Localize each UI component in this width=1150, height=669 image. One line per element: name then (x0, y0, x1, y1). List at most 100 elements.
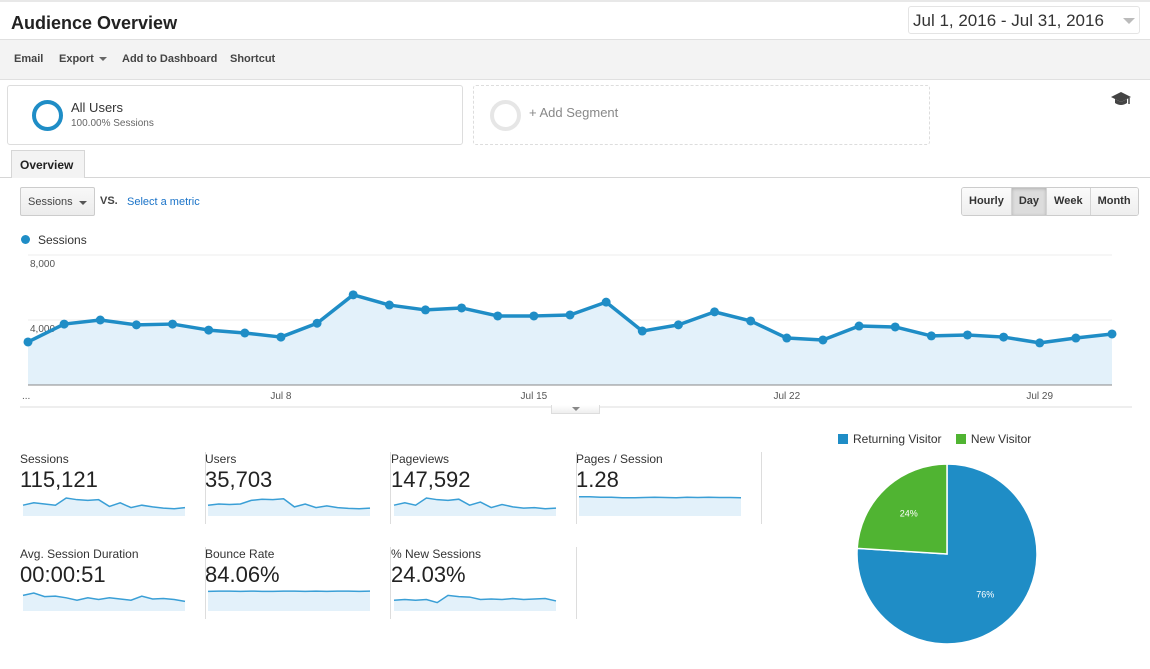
add-to-dashboard-button[interactable]: Add to Dashboard (122, 53, 217, 65)
metric-label: Pageviews (391, 452, 450, 466)
data-point[interactable] (95, 315, 105, 325)
metric-card[interactable]: Pageviews 147,592 (391, 452, 577, 532)
metric-card[interactable]: Pages / Session 1.28 (576, 452, 762, 532)
data-point[interactable] (637, 326, 647, 336)
data-point[interactable] (926, 331, 936, 341)
segment-subtitle: 100.00% Sessions (71, 118, 154, 129)
x-tick-label: Jul 22 (773, 391, 800, 402)
data-point[interactable] (204, 325, 214, 335)
visitor-pie-chart: 76% 24% (856, 463, 1038, 645)
pie-slice-label: 76% (976, 590, 994, 600)
x-tick-label: Jul 29 (1026, 391, 1053, 402)
data-point[interactable] (529, 311, 539, 321)
x-tick-label: Jul 8 (270, 391, 292, 402)
metric-card[interactable]: Users 35,703 (205, 452, 391, 532)
metric-label: Pages / Session (576, 452, 663, 466)
sparkline (207, 590, 371, 611)
data-point[interactable] (999, 332, 1009, 342)
shortcut-button[interactable]: Shortcut (230, 53, 275, 65)
sparkline (393, 497, 557, 516)
pie-legend: Returning Visitor New Visitor (838, 432, 1042, 446)
metric-value: 35,703 (205, 467, 273, 492)
select-metric-link[interactable]: Select a metric (127, 196, 200, 208)
segment-name: All Users (71, 100, 124, 115)
data-point[interactable] (601, 297, 611, 307)
export-button[interactable]: Export (59, 53, 107, 65)
data-point[interactable] (276, 332, 286, 342)
metric-card[interactable]: Bounce Rate 84.06% (205, 547, 391, 627)
metric-select[interactable]: Sessions (20, 187, 95, 216)
pie-slice-label: 24% (900, 508, 918, 518)
legend-item-new: New Visitor (955, 432, 1032, 446)
data-point[interactable] (420, 305, 430, 315)
data-point[interactable] (457, 303, 467, 313)
chevron-down-icon (98, 57, 107, 62)
legend-label: Sessions (38, 233, 87, 247)
metric-card[interactable]: % New Sessions 24.03% (391, 547, 577, 627)
data-point[interactable] (782, 333, 792, 343)
data-point[interactable] (818, 335, 828, 345)
sparkline-area (23, 498, 185, 516)
data-point[interactable] (240, 328, 250, 338)
tab-overview[interactable]: Overview (11, 150, 85, 178)
metric-divider (576, 547, 577, 619)
data-point[interactable] (59, 319, 69, 329)
data-point[interactable] (673, 320, 683, 330)
chevron-down-icon (572, 407, 580, 411)
chart-legend: Sessions (21, 233, 87, 247)
chevron-down-icon (79, 201, 87, 205)
metric-divider (761, 452, 762, 524)
expand-chart-button[interactable] (551, 405, 600, 414)
sparkline-line (579, 496, 742, 499)
graduation-cap-icon[interactable] (1110, 91, 1132, 107)
legend-swatch-icon (838, 434, 848, 444)
sparkline-area (208, 498, 370, 516)
data-point[interactable] (890, 322, 900, 332)
data-point[interactable] (493, 311, 503, 321)
sparkline-area (23, 593, 185, 611)
email-button[interactable]: Email (14, 53, 43, 65)
data-point[interactable] (565, 310, 575, 320)
data-point[interactable] (1107, 329, 1117, 339)
metric-card[interactable]: Sessions 115,121 (20, 452, 206, 532)
sparkline-area (208, 591, 370, 611)
segment-ring-icon (32, 100, 63, 131)
data-point[interactable] (131, 320, 141, 330)
metric-select-value: Sessions (28, 196, 73, 208)
sessions-area (28, 294, 1112, 385)
granularity-month-button[interactable]: Month (1090, 188, 1138, 215)
data-point[interactable] (312, 318, 322, 328)
granularity-week-button[interactable]: Week (1047, 188, 1091, 215)
legend-swatch-icon (955, 434, 966, 444)
metric-label: Bounce Rate (205, 547, 275, 561)
granularity-hourly-button[interactable]: Hourly (962, 188, 1012, 215)
tabs-divider (0, 177, 1150, 178)
metric-value: 147,592 (391, 467, 471, 492)
legend-label: New Visitor (970, 432, 1032, 446)
data-point[interactable] (348, 290, 358, 300)
date-range-label: Jul 1, 2016 - Jul 31, 2016 (913, 11, 1104, 30)
metric-value: 1.28 (576, 467, 619, 492)
data-point[interactable] (1071, 333, 1081, 343)
data-point[interactable] (710, 307, 720, 317)
segment-ring-icon (490, 100, 521, 131)
report-toolbar: Email Export Add to Dashboard Shortcut (0, 40, 1150, 105)
export-label: Export (59, 53, 94, 65)
x-tick-label: ... (22, 391, 30, 402)
data-point[interactable] (384, 300, 394, 310)
data-point[interactable] (23, 337, 33, 347)
metric-card[interactable]: Avg. Session Duration 00:00:51 (20, 547, 206, 627)
granularity-day-button[interactable]: Day (1011, 188, 1048, 215)
header-bar: Audience Overview Jul 1, 2016 - Jul 31, … (0, 0, 1150, 40)
metric-value: 115,121 (20, 467, 98, 492)
metric-value: 24.03% (391, 562, 466, 587)
date-range-picker[interactable]: Jul 1, 2016 - Jul 31, 2016 (908, 6, 1140, 34)
data-point[interactable] (854, 321, 864, 331)
data-point[interactable] (1035, 338, 1045, 348)
data-point[interactable] (168, 319, 178, 329)
segment-all-users[interactable]: All Users 100.00% Sessions (7, 85, 463, 145)
data-point[interactable] (962, 330, 972, 340)
data-point[interactable] (746, 316, 756, 326)
metric-label: Avg. Session Duration (20, 547, 139, 561)
add-segment-button[interactable]: + Add Segment (473, 85, 930, 145)
